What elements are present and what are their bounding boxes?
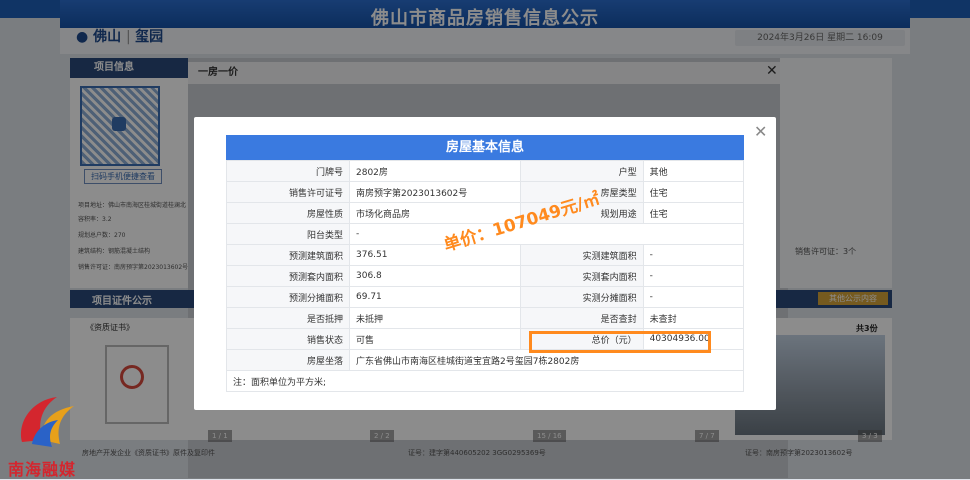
cell-value: 住宅 xyxy=(642,202,745,224)
cell-value: 69.71 xyxy=(349,286,521,308)
cell-label: 房屋性质 xyxy=(226,202,350,224)
cell-label: 实测套内面积 xyxy=(519,265,644,287)
cell-label: 门牌号 xyxy=(226,160,350,182)
cell-label: 预测分摊面积 xyxy=(226,286,350,308)
cell-label: 预测建筑面积 xyxy=(226,244,350,266)
nanhai-media-logo-icon xyxy=(21,397,74,447)
cell-label: 是否查封 xyxy=(519,307,644,329)
table-row: 预测分摊面积 69.71 实测分摊面积 - xyxy=(226,286,745,308)
cell-value: 住宅 xyxy=(642,181,745,203)
close-icon[interactable]: ✕ xyxy=(754,122,767,141)
cell-label: 是否抵押 xyxy=(226,307,350,329)
cell-value: 可售 xyxy=(349,328,521,350)
cell-value: 其他 xyxy=(642,160,745,182)
cell-label: 阳台类型 xyxy=(226,223,350,245)
cell-value: 2802房 xyxy=(349,160,521,182)
cell-value: 306.8 xyxy=(349,265,521,287)
cell-value: 南房预字第2023013602号 xyxy=(349,181,521,203)
modal-title: 房屋基本信息 xyxy=(226,135,744,160)
table-row: 预测建筑面积 376.51 实测建筑面积 - xyxy=(226,244,745,266)
cell-label: 实测分摊面积 xyxy=(519,286,644,308)
cell-label: 销售许可证号 xyxy=(226,181,350,203)
cell-label: 户型 xyxy=(519,160,644,182)
table-row: 销售许可证号 南房预字第2023013602号 房屋类型 住宅 xyxy=(226,181,745,203)
cell-value: - xyxy=(642,265,745,287)
cell-label: 房屋坐落 xyxy=(226,349,350,371)
table-row: 预测套内面积 306.8 实测套内面积 - xyxy=(226,265,745,287)
cell-value: 未查封 xyxy=(642,307,745,329)
total-price-highlight-box xyxy=(529,331,711,353)
cell-value: 未抵押 xyxy=(349,307,521,329)
cell-value: - xyxy=(349,223,744,245)
cell-label: 实测建筑面积 xyxy=(519,244,644,266)
cell-value: 376.51 xyxy=(349,244,521,266)
cell-value: - xyxy=(642,286,745,308)
cell-value: - xyxy=(642,244,745,266)
cell-label: 销售状态 xyxy=(226,328,350,350)
table-row: 是否抵押 未抵押 是否查封 未查封 xyxy=(226,307,745,329)
table-row: 注：面积单位为平方米; xyxy=(226,370,744,392)
area-unit-note: 注：面积单位为平方米; xyxy=(226,370,744,392)
house-info-table: 门牌号 2802房 户型 其他 销售许可证号 南房预字第2023013602号 … xyxy=(226,160,745,392)
table-row: 门牌号 2802房 户型 其他 xyxy=(226,160,745,182)
cell-label: 预测套内面积 xyxy=(226,265,350,287)
watermark-text: 南海融媒 xyxy=(8,460,77,479)
